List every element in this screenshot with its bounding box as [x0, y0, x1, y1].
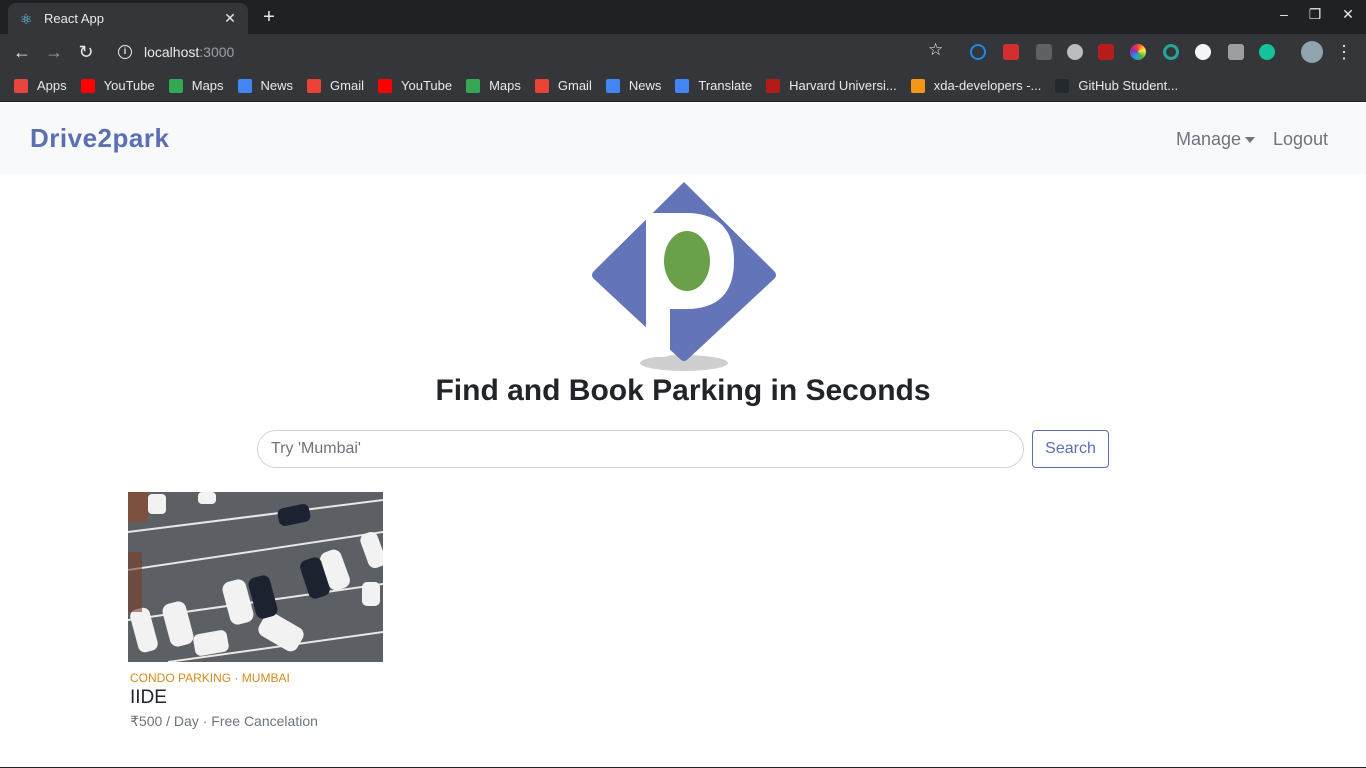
bookmark-item[interactable]: Maps [466, 78, 521, 93]
extension-color-picker-icon[interactable] [1130, 44, 1146, 60]
gmail-icon [307, 78, 322, 93]
reload-icon[interactable]: ↻ [74, 40, 98, 64]
maps-pin-icon [466, 78, 481, 93]
extension-loading-icon[interactable] [970, 44, 986, 60]
parking-lot-photo[interactable] [128, 492, 383, 662]
search-button[interactable]: Search [1032, 430, 1109, 468]
browser-toolbar: ← → ↻ i localhost:3000 ☆ ⋮ [0, 34, 1366, 70]
bookmark-label: Harvard Universi... [789, 78, 897, 93]
new-tab-button[interactable]: + [256, 5, 282, 31]
extension-target-icon[interactable] [1163, 44, 1179, 60]
address-bar[interactable]: i localhost:3000 [108, 37, 956, 67]
bookmark-item[interactable]: YouTube [80, 78, 155, 93]
manage-dropdown[interactable]: Manage [1176, 129, 1256, 150]
parking-listing-card[interactable]: CONDO PARKING · MUMBAI IIDE ₹500 / Day ·… [128, 492, 383, 730]
manage-label: Manage [1176, 129, 1242, 149]
bookmark-item[interactable]: Maps [168, 78, 224, 93]
site-info-icon[interactable]: i [118, 45, 132, 59]
url-text: localhost:3000 [144, 44, 234, 60]
listing-title[interactable]: IIDE [130, 687, 383, 709]
bookmark-label: Maps [191, 78, 224, 93]
tab-title: React App [44, 11, 104, 26]
bookmark-label: Gmail [557, 78, 592, 93]
gmail-icon [534, 78, 549, 93]
extension-circle-icon[interactable] [1067, 44, 1083, 60]
bookmark-label: Maps [489, 78, 521, 93]
github-icon [1055, 78, 1070, 93]
hero-headline: Find and Book Parking in Seconds [435, 374, 931, 407]
url-host: localhost [144, 44, 200, 60]
profile-avatar[interactable] [1301, 41, 1323, 63]
apps-grid-icon [14, 78, 28, 93]
bookmark-item[interactable]: News [605, 78, 662, 93]
bookmarks-bar: Apps YouTube Maps News Gmail YouTube Maps Gmail… [0, 70, 1366, 102]
restore-window-button[interactable]: ❐ [1305, 6, 1325, 23]
bookmark-label: News [628, 78, 662, 93]
bookmark-item[interactable]: Harvard Universi... [766, 78, 897, 93]
youtube-icon [80, 78, 95, 93]
bookmark-star-icon[interactable]: ☆ [928, 40, 943, 60]
bookmark-item[interactable]: News [237, 78, 294, 93]
page-content: Drive2park Manage Logout Find and Book P… [0, 103, 1366, 768]
bookmark-item[interactable]: Translate [675, 78, 752, 93]
translate-icon [675, 78, 690, 93]
xda-icon [910, 78, 925, 93]
listing-category: CONDO PARKING · MUMBAI [130, 671, 290, 685]
react-favicon-icon: ⚛ [19, 10, 33, 27]
bookmark-item[interactable]: Apps [14, 78, 67, 93]
bookmark-label: xda-developers -... [933, 78, 1042, 93]
bookmark-item[interactable]: GitHub Student... [1055, 78, 1178, 93]
bookmark-label: GitHub Student... [1078, 78, 1179, 93]
extension-badge-icon[interactable] [1036, 44, 1052, 60]
google-news-icon [237, 78, 252, 93]
forward-arrow-icon[interactable]: → [42, 40, 66, 64]
browser-tab[interactable]: ⚛ React App ✕ [8, 3, 248, 34]
bookmark-label: Apps [37, 78, 67, 93]
extension-square-icon[interactable] [1228, 44, 1244, 60]
maps-pin-icon [168, 78, 183, 93]
bookmark-label: YouTube [103, 78, 155, 93]
back-arrow-icon[interactable]: ← [10, 40, 34, 64]
close-window-button[interactable]: ✕ [1338, 6, 1358, 23]
browser-tab-strip: ⚛ React App ✕ + – ❐ ✕ [0, 0, 1366, 34]
bookmark-item[interactable]: Gmail [307, 78, 364, 93]
extension-blocked-icon[interactable] [1098, 44, 1114, 60]
listing-price: ₹500 / Day · Free Cancelation [130, 713, 318, 729]
youtube-icon [378, 78, 392, 93]
menu-kebab-icon[interactable]: ⋮ [1332, 40, 1356, 64]
grammarly-icon[interactable] [1259, 44, 1275, 60]
extension-my-icon[interactable] [1003, 44, 1019, 60]
search-input[interactable] [257, 430, 1024, 468]
bookmark-label: YouTube [401, 78, 453, 93]
brand-logo-text[interactable]: Drive2park [30, 123, 169, 154]
site-navbar: Drive2park Manage Logout [0, 103, 1366, 174]
bookmark-label: Gmail [330, 78, 364, 93]
extension-json-icon[interactable] [1195, 44, 1211, 60]
logout-link[interactable]: Logout [1273, 129, 1328, 150]
bookmark-item[interactable]: YouTube [378, 78, 452, 93]
caret-down-icon [1245, 137, 1256, 144]
bookmark-item[interactable]: Gmail [534, 78, 592, 93]
bookmark-label: Translate [698, 78, 753, 93]
google-news-icon [605, 78, 620, 93]
parking-logo-icon [592, 182, 776, 371]
tab-close-icon[interactable]: ✕ [222, 10, 238, 27]
bookmark-item[interactable]: xda-developers -... [910, 78, 1042, 93]
minimize-window-button[interactable]: – [1274, 6, 1294, 22]
bookmark-label: News [260, 78, 294, 93]
edx-icon [766, 78, 781, 93]
url-port: :3000 [199, 44, 235, 60]
